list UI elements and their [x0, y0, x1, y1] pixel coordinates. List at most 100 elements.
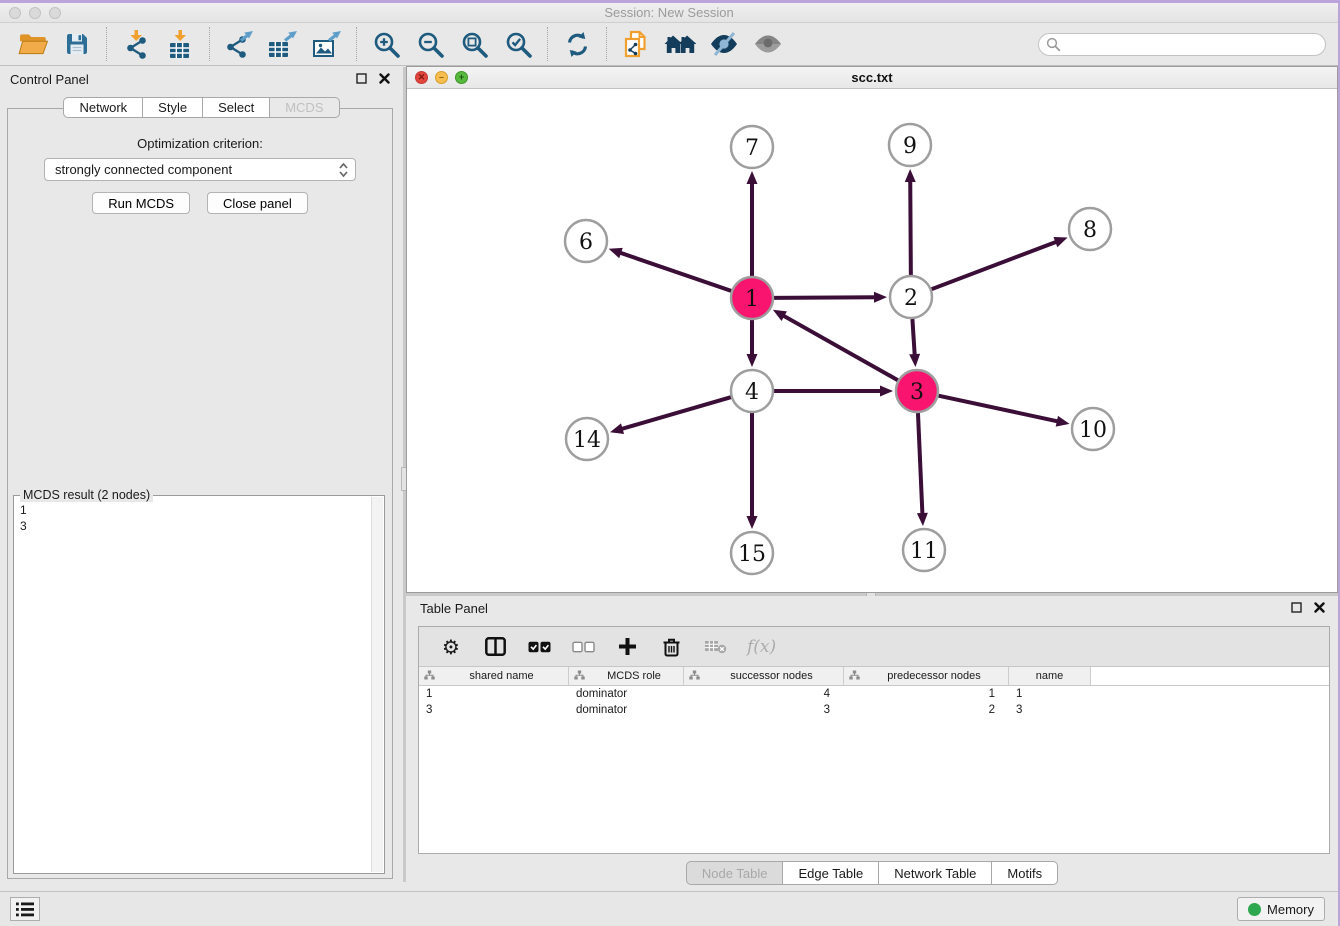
- table-cell[interactable]: 1: [844, 686, 1009, 702]
- export-table-button[interactable]: [265, 26, 301, 62]
- graph-node-8[interactable]: 8: [1069, 208, 1111, 250]
- graph-edge-2-8[interactable]: [932, 241, 1059, 289]
- table-cell[interactable]: 2: [844, 702, 1009, 718]
- graph-node-4[interactable]: 4: [731, 370, 773, 412]
- column-header-successor-nodes[interactable]: successor nodes: [684, 667, 844, 686]
- table-cell[interactable]: dominator: [569, 702, 684, 718]
- zoom-fit-button[interactable]: [456, 26, 492, 62]
- control-panel-float-icon[interactable]: [355, 72, 368, 85]
- search-input[interactable]: [1038, 33, 1326, 56]
- graph-edge-3-11[interactable]: [918, 413, 923, 516]
- network-canvas[interactable]: 1 2 3 4 6 7 8 9 10 11 14 15: [407, 89, 1337, 592]
- control-panel-close-icon[interactable]: [378, 72, 391, 85]
- graph-node-11[interactable]: 11: [903, 529, 945, 571]
- graph-node-9[interactable]: 9: [889, 124, 931, 166]
- memory-button[interactable]: Memory: [1237, 897, 1325, 921]
- desktop-edge-top: [0, 0, 1340, 3]
- graph-edge-3-10[interactable]: [939, 396, 1060, 422]
- column-header-predecessor-nodes[interactable]: predecessor nodes: [844, 667, 1009, 686]
- graph-node-14[interactable]: 14: [566, 418, 608, 460]
- table-cell[interactable]: 1: [419, 686, 569, 702]
- graph-edge-4-14[interactable]: [620, 397, 731, 429]
- export-network-button[interactable]: [221, 26, 257, 62]
- tab-mcds[interactable]: MCDS: [270, 97, 339, 118]
- table-panel-float-icon[interactable]: [1290, 601, 1303, 614]
- tab-style[interactable]: Style: [143, 97, 203, 118]
- close-panel-button[interactable]: Close panel: [207, 192, 308, 214]
- table-tab-node-table[interactable]: Node Table: [686, 861, 784, 885]
- graph-edge-arrow: [747, 516, 758, 529]
- split-view-button[interactable]: [483, 634, 507, 660]
- graph-node-3[interactable]: 3: [896, 370, 938, 412]
- deselect-all-columns-button[interactable]: [571, 634, 595, 660]
- run-mcds-button[interactable]: Run MCDS: [92, 192, 190, 214]
- refresh-button[interactable]: [559, 26, 595, 62]
- zoom-selected-button[interactable]: [500, 26, 536, 62]
- settings-gear-button[interactable]: ⚙: [439, 634, 463, 660]
- table-cell[interactable]: dominator: [569, 686, 684, 702]
- list-icon: [16, 902, 34, 917]
- graph-node-1[interactable]: 1: [731, 277, 773, 319]
- graph-edge-3-1[interactable]: [782, 315, 898, 381]
- graph-node-6[interactable]: 6: [565, 220, 607, 262]
- graph-node-10[interactable]: 10: [1072, 408, 1114, 450]
- export-image-button[interactable]: [309, 26, 345, 62]
- hierarchy-sort-icon: [849, 670, 860, 683]
- column-header-shared-name[interactable]: shared name: [419, 667, 569, 686]
- column-header-name[interactable]: name: [1009, 667, 1091, 686]
- table-panel: Table Panel ⚙f(x) shared nameMCDS rolesu…: [406, 596, 1338, 891]
- graph-edge-2-3[interactable]: [912, 319, 914, 357]
- table-toolbar: ⚙f(x): [419, 627, 1329, 667]
- select-all-columns-button[interactable]: [527, 634, 551, 660]
- table-cell[interactable]: 3: [419, 702, 569, 718]
- import-table-button[interactable]: [162, 26, 198, 62]
- table-tabs: Node TableEdge TableNetwork TableMotifs: [406, 861, 1338, 885]
- hide-selected-button[interactable]: [706, 26, 742, 62]
- column-header-mcds-role[interactable]: MCDS role: [569, 667, 684, 686]
- save-session-icon: [64, 31, 90, 57]
- graph-node-label: 9: [903, 134, 917, 159]
- table-cell[interactable]: 4: [684, 686, 844, 702]
- tab-network[interactable]: Network: [63, 97, 143, 118]
- graph-node-15[interactable]: 15: [731, 532, 773, 574]
- table-cell[interactable]: 3: [1009, 702, 1091, 718]
- search-field: [1038, 33, 1326, 56]
- control-panel-title: Control Panel: [10, 72, 89, 87]
- graph-edge-2-9[interactable]: [910, 179, 911, 275]
- delete-column-button[interactable]: [659, 634, 683, 660]
- graph-node-label: 7: [745, 136, 759, 161]
- table-tab-network-table[interactable]: Network Table: [879, 861, 992, 885]
- task-history-button[interactable]: [10, 897, 40, 921]
- mcds-result-text[interactable]: 1 3: [14, 498, 371, 873]
- show-all-button[interactable]: [750, 26, 786, 62]
- graph-node-2[interactable]: 2: [890, 276, 932, 318]
- save-session-button[interactable]: [59, 26, 95, 62]
- tab-select[interactable]: Select: [203, 97, 270, 118]
- graph-edge-1-6[interactable]: [618, 252, 731, 291]
- node-table-container: ⚙f(x) shared nameMCDS rolesuccessor node…: [418, 626, 1330, 854]
- first-neighbors-button[interactable]: [662, 26, 698, 62]
- table-tab-edge-table[interactable]: Edge Table: [783, 861, 879, 885]
- table-cell[interactable]: 1: [1009, 686, 1091, 702]
- main-toolbar: [0, 23, 1338, 66]
- zoom-out-button[interactable]: [412, 26, 448, 62]
- open-file-button[interactable]: [15, 26, 51, 62]
- window-titlebar: Session: New Session: [0, 3, 1338, 23]
- mcds-result-scrollbar[interactable]: [371, 497, 383, 872]
- table-row[interactable]: 1dominator411: [419, 686, 1329, 702]
- hierarchy-sort-icon: [689, 670, 700, 683]
- graph-node-7[interactable]: 7: [731, 126, 773, 168]
- import-network-button[interactable]: [118, 26, 154, 62]
- graph-edge-arrow: [874, 292, 887, 303]
- graph-edge-1-2[interactable]: [774, 297, 877, 298]
- table-cell[interactable]: 3: [684, 702, 844, 718]
- table-tab-motifs[interactable]: Motifs: [992, 861, 1058, 885]
- add-column-button[interactable]: [615, 634, 639, 660]
- criterion-select[interactable]: strongly connected component: [44, 158, 356, 181]
- table-row[interactable]: 3dominator323: [419, 702, 1329, 718]
- table-panel-close-icon[interactable]: [1313, 601, 1326, 614]
- toolbar-group: [4, 26, 106, 62]
- zoom-in-button[interactable]: [368, 26, 404, 62]
- new-network-from-selection-button[interactable]: [618, 26, 654, 62]
- table-panel-header: Table Panel: [406, 596, 1338, 622]
